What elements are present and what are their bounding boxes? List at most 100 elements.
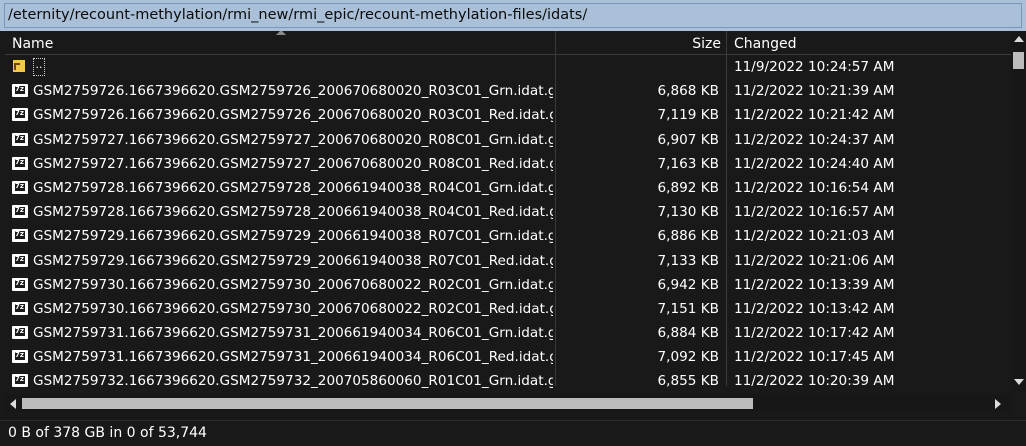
column-header-row: Name Size Changed	[5, 31, 1011, 55]
file-name: GSM2759731.1667396620.GSM2759731_2006619…	[33, 349, 553, 366]
file-name: GSM2759726.1667396620.GSM2759726_2006706…	[33, 107, 553, 124]
vertical-scrollbar[interactable]	[1011, 31, 1026, 391]
file-row[interactable]: 7z GSM2759726.1667396620.GSM2759726_20067…	[5, 79, 1011, 103]
file-name: GSM2759728.1667396620.GSM2759728_2006619…	[33, 179, 553, 196]
file-name: GSM2759729.1667396620.GSM2759729_2006619…	[33, 252, 553, 269]
path-bar: /eternity/recount-methylation/rmi_new/rm…	[0, 0, 1026, 31]
file-row[interactable]: 7z GSM2759731.1667396620.GSM2759731_20066…	[5, 321, 1011, 345]
file-size: 6,907 KB	[657, 131, 719, 148]
file-changed: 11/2/2022 10:13:42 AM	[734, 300, 895, 317]
column-header-changed[interactable]: Changed	[728, 31, 1011, 54]
parent-directory-label: ..	[33, 58, 45, 76]
icon-label: 7z	[15, 85, 24, 94]
parent-directory-row[interactable]: .. 11/9/2022 10:24:57 AM	[5, 55, 1011, 79]
file-row[interactable]: 7z GSM2759728.1667396620.GSM2759728_20066…	[5, 200, 1011, 224]
file-name: GSM2759731.1667396620.GSM2759731_2006619…	[33, 325, 553, 342]
file-size: 6,855 KB	[657, 373, 719, 390]
icon-label: 7z	[15, 230, 24, 239]
file-name: GSM2759728.1667396620.GSM2759728_2006619…	[33, 204, 553, 221]
file-size: 7,151 KB	[657, 300, 719, 317]
file-name: GSM2759732.1667396620.GSM2759732_2007058…	[33, 373, 553, 390]
7z-archive-icon: 7z	[12, 374, 28, 388]
icon-label: 7z	[15, 278, 24, 287]
sort-ascending-icon	[276, 31, 286, 35]
folder-up-icon	[13, 60, 25, 72]
file-row[interactable]: 7z GSM2759729.1667396620.GSM2759729_20066…	[5, 249, 1011, 273]
file-changed: 11/2/2022 10:20:39 AM	[734, 373, 895, 390]
scroll-left-arrow-icon[interactable]	[10, 399, 16, 409]
file-changed: 11/2/2022 10:16:57 AM	[734, 204, 895, 221]
vertical-scroll-thumb[interactable]	[1013, 52, 1024, 69]
file-changed: 11/2/2022 10:17:45 AM	[734, 349, 895, 366]
7z-archive-icon: 7z	[12, 156, 28, 170]
7z-archive-icon: 7z	[12, 326, 28, 340]
icon-label: 7z	[15, 327, 24, 336]
file-changed: 11/2/2022 10:21:06 AM	[734, 252, 895, 269]
7z-archive-icon: 7z	[12, 84, 28, 98]
file-size: 7,092 KB	[657, 349, 719, 366]
status-text: 0 B of 378 GB in 0 of 53,744	[8, 425, 207, 441]
file-size: 7,163 KB	[657, 155, 719, 172]
file-size: 6,884 KB	[657, 325, 719, 342]
icon-label: 7z	[15, 351, 24, 360]
file-changed: 11/2/2022 10:21:42 AM	[734, 107, 895, 124]
scroll-right-arrow-icon[interactable]	[995, 399, 1001, 409]
file-changed: 11/2/2022 10:24:40 AM	[734, 155, 895, 172]
file-size: 7,133 KB	[657, 252, 719, 269]
file-changed: 11/2/2022 10:24:37 AM	[734, 131, 895, 148]
horizontal-scrollbar[interactable]	[5, 394, 1011, 413]
column-header-size[interactable]: Size	[556, 31, 727, 54]
icon-label: 7z	[15, 181, 24, 190]
file-changed: 11/2/2022 10:16:54 AM	[734, 179, 895, 196]
file-row[interactable]: 7z GSM2759732.1667396620.GSM2759732_20070…	[5, 369, 1011, 393]
7z-archive-icon: 7z	[12, 205, 28, 219]
horizontal-scroll-thumb[interactable]	[22, 398, 753, 409]
file-row[interactable]: 7z GSM2759730.1667396620.GSM2759730_20067…	[5, 297, 1011, 321]
file-row[interactable]: 7z GSM2759727.1667396620.GSM2759727_20067…	[5, 128, 1011, 152]
icon-label: 7z	[15, 109, 24, 118]
icon-label: 7z	[15, 302, 24, 311]
7z-archive-icon: 7z	[12, 277, 28, 291]
scroll-up-arrow-icon[interactable]	[1014, 36, 1024, 42]
7z-archive-icon: 7z	[12, 350, 28, 364]
file-row[interactable]: 7z GSM2759730.1667396620.GSM2759730_20067…	[5, 273, 1011, 297]
file-name: GSM2759730.1667396620.GSM2759730_2006706…	[33, 276, 553, 293]
file-size: 6,892 KB	[657, 179, 719, 196]
file-row[interactable]: 7z GSM2759728.1667396620.GSM2759728_20066…	[5, 176, 1011, 200]
file-row[interactable]: 7z GSM2759729.1667396620.GSM2759729_20066…	[5, 224, 1011, 248]
file-changed: 11/2/2022 10:13:39 AM	[734, 276, 895, 293]
file-changed: 11/2/2022 10:21:03 AM	[734, 228, 895, 245]
file-size: 6,868 KB	[657, 83, 719, 100]
7z-archive-icon: 7z	[12, 301, 28, 315]
icon-label: 7z	[15, 157, 24, 166]
file-size: 6,886 KB	[657, 228, 719, 245]
status-bar: 0 B of 378 GB in 0 of 53,744	[0, 420, 1026, 446]
icon-label: 7z	[15, 133, 24, 142]
icon-label: 7z	[15, 206, 24, 215]
7z-archive-icon: 7z	[12, 229, 28, 243]
file-size: 7,119 KB	[657, 107, 719, 124]
file-size: 6,942 KB	[657, 276, 719, 293]
icon-label: 7z	[15, 375, 24, 384]
file-rows: .. 11/9/2022 10:24:57 AM 7z GSM2759726.16…	[5, 55, 1011, 394]
7z-archive-icon: 7z	[12, 132, 28, 146]
7z-archive-icon: 7z	[12, 253, 28, 267]
file-row[interactable]: 7z GSM2759726.1667396620.GSM2759726_20067…	[5, 103, 1011, 127]
file-list[interactable]: Name Size Changed .. 11/9/2022 10:24:57 …	[5, 31, 1026, 413]
file-row[interactable]: 7z GSM2759727.1667396620.GSM2759727_20067…	[5, 152, 1011, 176]
file-name: GSM2759727.1667396620.GSM2759727_2006706…	[33, 131, 553, 148]
file-name: GSM2759729.1667396620.GSM2759729_2006619…	[33, 228, 553, 245]
file-name: GSM2759727.1667396620.GSM2759727_2006706…	[33, 155, 553, 172]
file-row[interactable]: 7z GSM2759731.1667396620.GSM2759731_20066…	[5, 345, 1011, 369]
file-name: GSM2759726.1667396620.GSM2759726_2006706…	[33, 83, 553, 100]
parent-changed: 11/9/2022 10:24:57 AM	[734, 59, 895, 75]
icon-label: 7z	[15, 254, 24, 263]
file-size: 7,130 KB	[657, 204, 719, 221]
file-changed: 11/2/2022 10:17:42 AM	[734, 325, 895, 342]
path-input[interactable]: /eternity/recount-methylation/rmi_new/rm…	[4, 3, 1022, 28]
file-changed: 11/2/2022 10:21:39 AM	[734, 83, 895, 100]
7z-archive-icon: 7z	[12, 180, 28, 194]
7z-archive-icon: 7z	[12, 108, 28, 122]
scroll-down-arrow-icon[interactable]	[1014, 379, 1024, 385]
file-name: GSM2759730.1667396620.GSM2759730_2006706…	[33, 300, 553, 317]
